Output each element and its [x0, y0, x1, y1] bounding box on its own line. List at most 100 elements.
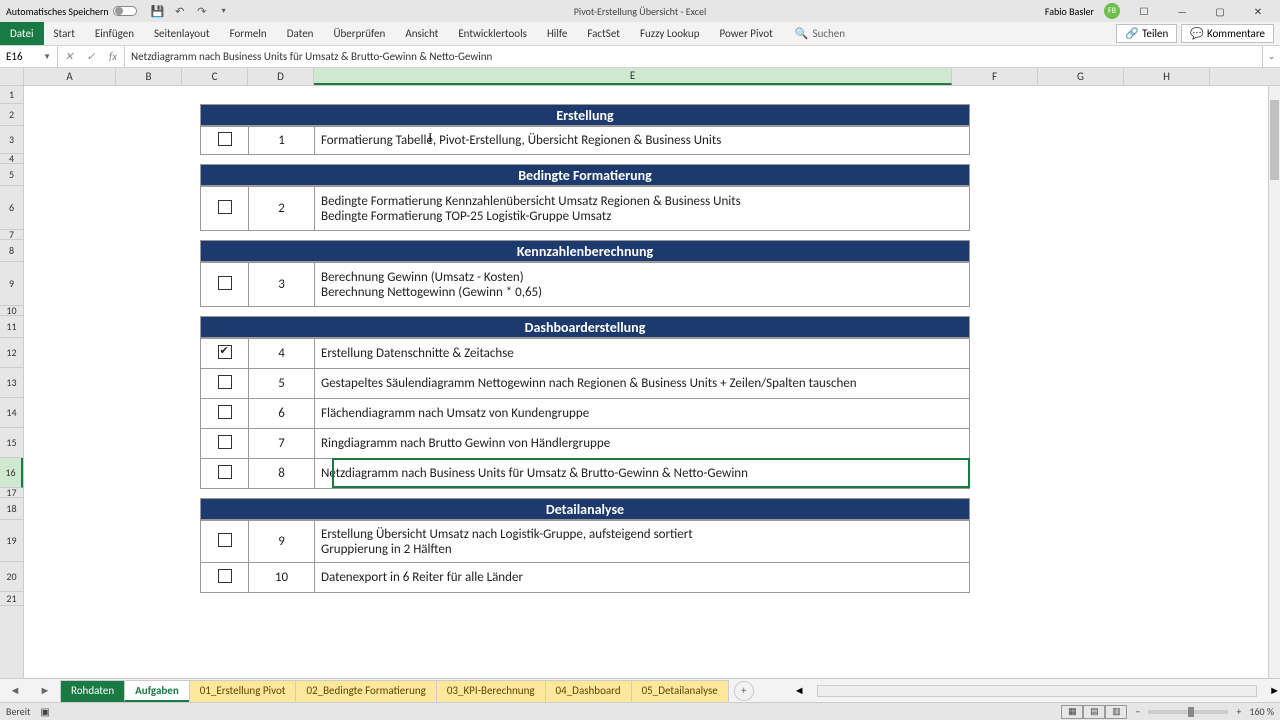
checkbox-task-3[interactable]	[218, 276, 232, 290]
row-header-1[interactable]: 1	[0, 86, 23, 104]
row-header-5[interactable]: 5	[0, 164, 23, 186]
checkbox-task-4[interactable]	[218, 345, 232, 359]
row-header-16[interactable]: 16	[0, 458, 23, 488]
sheet-nav[interactable]: ◄ ►	[0, 684, 60, 697]
scroll-left-icon[interactable]: ◄	[794, 684, 805, 697]
checkbox-task-9[interactable]	[218, 533, 232, 547]
sheet-tab-rohdaten[interactable]: Rohdaten	[60, 680, 125, 702]
row-header-18[interactable]: 18	[0, 498, 23, 520]
checkbox-task-10[interactable]	[218, 569, 232, 583]
tab-file[interactable]: Datei	[0, 22, 44, 45]
row-header-8[interactable]: 8	[0, 240, 23, 262]
tab-formeln[interactable]: Formeln	[220, 22, 277, 45]
zoom-in-icon[interactable]: +	[1236, 705, 1241, 718]
row-header-17[interactable]: 17	[0, 488, 23, 498]
row-header-15[interactable]: 15	[0, 428, 23, 458]
column-header-D[interactable]: D	[248, 68, 314, 85]
nav-next-icon[interactable]: ►	[40, 684, 51, 697]
checkbox-task-6[interactable]	[218, 405, 232, 419]
username[interactable]: Fabio Basler	[1045, 5, 1094, 18]
tab-start[interactable]: Start	[44, 22, 85, 45]
name-box[interactable]: E16 ▼	[0, 46, 58, 67]
toggle-icon[interactable]	[113, 6, 137, 16]
tab-seitenlayout[interactable]: Seitenlayout	[144, 22, 220, 45]
enter-formula-icon[interactable]: ✓	[80, 46, 102, 67]
view-break-icon[interactable]: ▥	[1105, 705, 1127, 719]
tab-power pivot[interactable]: Power Pivot	[709, 22, 782, 45]
expand-formula-icon[interactable]: ⌄	[1262, 46, 1280, 67]
minimize-icon[interactable]: —	[1168, 3, 1196, 19]
row-header-6[interactable]: 6	[0, 186, 23, 230]
sheet-tab-aufgaben[interactable]: Aufgaben	[124, 680, 190, 702]
row-header-20[interactable]: 20	[0, 562, 23, 592]
column-header-E[interactable]: E	[314, 68, 952, 85]
tab-entwicklertools[interactable]: Entwicklertools	[448, 22, 537, 45]
tab-factset[interactable]: FactSet	[577, 22, 630, 45]
tab-daten[interactable]: Daten	[277, 22, 324, 45]
checkbox-task-8[interactable]	[218, 465, 232, 479]
new-sheet-button[interactable]: +	[734, 681, 754, 701]
sheet-tab-01-erstellung-pivot[interactable]: 01_Erstellung Pivot	[189, 680, 297, 702]
spreadsheet-grid[interactable]: ABCDEFGH 1234567891011121314151617181920…	[0, 68, 1280, 678]
select-all-corner[interactable]	[0, 68, 24, 85]
scroll-right-icon[interactable]: ►	[1269, 684, 1280, 697]
checkbox-task-7[interactable]	[218, 435, 232, 449]
autosave-toggle[interactable]: Automatisches Speichern	[0, 5, 143, 18]
nav-prev-icon[interactable]: ◄	[10, 684, 21, 697]
cells-area[interactable]: Erstellung 1 Formatierung Tabelle, Pivot…	[24, 86, 1280, 678]
checkbox-task-1[interactable]	[218, 132, 232, 146]
row-header-13[interactable]: 13	[0, 368, 23, 398]
column-header-H[interactable]: H	[1124, 68, 1210, 85]
search-box[interactable]: 🔍 Suchen	[795, 27, 845, 40]
column-header-F[interactable]: F	[952, 68, 1038, 85]
row-header-21[interactable]: 21	[0, 592, 23, 606]
qat-dropdown-icon[interactable]: ▾	[217, 4, 231, 18]
close-icon[interactable]: ✕	[1244, 3, 1272, 19]
row-header-10[interactable]: 10	[0, 306, 23, 316]
tab-hilfe[interactable]: Hilfe	[537, 22, 577, 45]
vertical-scrollbar[interactable]	[1268, 86, 1280, 678]
maximize-icon[interactable]: ▢	[1206, 3, 1234, 19]
sheet-tab-03-kpi-berechnung[interactable]: 03_KPI-Berechnung	[436, 680, 546, 702]
column-header-A[interactable]: A	[24, 68, 116, 85]
tab-ansicht[interactable]: Ansicht	[395, 22, 448, 45]
tab-überprüfen[interactable]: Überprüfen	[323, 22, 395, 45]
zoom-out-icon[interactable]: −	[1135, 705, 1140, 718]
avatar[interactable]: FB	[1104, 3, 1120, 19]
row-header-7[interactable]: 7	[0, 230, 23, 240]
sheet-tab-02-bedingte-formatierung[interactable]: 02_Bedingte Formatierung	[295, 680, 436, 702]
row-header-2[interactable]: 2	[0, 104, 23, 126]
column-header-C[interactable]: C	[182, 68, 248, 85]
row-header-11[interactable]: 11	[0, 316, 23, 338]
share-button[interactable]: 🔗Teilen	[1116, 24, 1177, 43]
sheet-tab-05-detailanalyse[interactable]: 05_Detailanalyse	[631, 680, 729, 702]
zoom-slider[interactable]	[1148, 710, 1228, 714]
undo-icon[interactable]: ↶	[173, 4, 187, 18]
redo-icon[interactable]: ↷	[195, 4, 209, 18]
cancel-formula-icon[interactable]: ✕	[58, 46, 80, 67]
zoom-level[interactable]: 160 %	[1249, 705, 1274, 718]
tab-fuzzy lookup[interactable]: Fuzzy Lookup	[630, 22, 710, 45]
checkbox-task-2[interactable]	[218, 200, 232, 214]
comments-button[interactable]: 💬Kommentare	[1181, 24, 1274, 43]
view-page-icon[interactable]: ▤	[1083, 705, 1105, 719]
row-header-9[interactable]: 9	[0, 262, 23, 306]
macro-record-icon[interactable]: ▣	[40, 705, 49, 718]
row-header-3[interactable]: 3	[0, 126, 23, 154]
view-normal-icon[interactable]: ▦	[1061, 705, 1083, 719]
horizontal-scrollbar[interactable]: ◄ ►	[794, 684, 1280, 697]
row-header-19[interactable]: 19	[0, 520, 23, 562]
fx-icon[interactable]: fx	[102, 46, 124, 67]
row-header-14[interactable]: 14	[0, 398, 23, 428]
formula-input[interactable]: Netzdiagramm nach Business Units für Ums…	[125, 50, 1262, 63]
sheet-tab-04-dashboard[interactable]: 04_Dashboard	[545, 680, 632, 702]
save-icon[interactable]: 💾	[151, 4, 165, 18]
ribbon-options-icon[interactable]: ☐	[1130, 3, 1158, 19]
tab-einfügen[interactable]: Einfügen	[85, 22, 144, 45]
column-header-B[interactable]: B	[116, 68, 182, 85]
scrollbar-track[interactable]	[817, 685, 1257, 697]
column-header-G[interactable]: G	[1038, 68, 1124, 85]
row-header-4[interactable]: 4	[0, 154, 23, 164]
row-header-12[interactable]: 12	[0, 338, 23, 368]
checkbox-task-5[interactable]	[218, 375, 232, 389]
